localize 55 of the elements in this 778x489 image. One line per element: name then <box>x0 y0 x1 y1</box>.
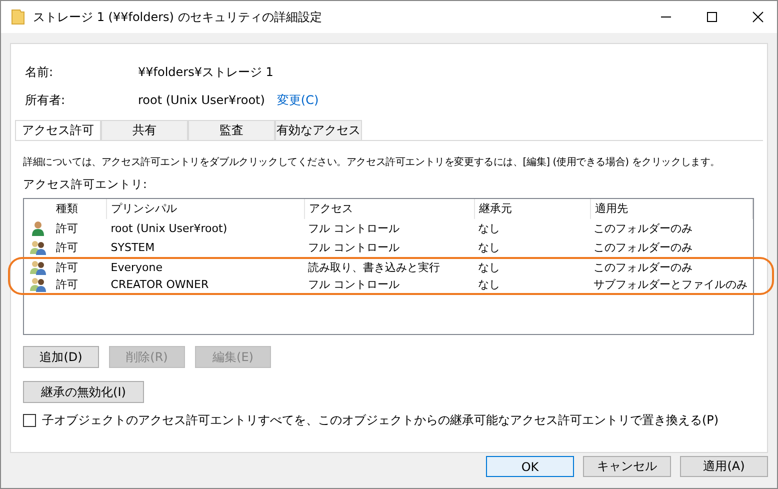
tab[interactable]: 共有 <box>101 120 188 140</box>
column-header[interactable]: 種類 <box>52 199 107 219</box>
description-text: 詳細については、アクセス許可エントリをダブルクリックしてください。アクセス許可エントリを変更するには、[編集] (使用できる場合) をクリックします。 <box>23 156 720 169</box>
disable-inheritance-button[interactable]: 継承の無効化(I) <box>23 381 144 403</box>
group-icon <box>30 240 46 255</box>
owner-value: root (Unix User¥root) <box>138 93 265 107</box>
entry-button[interactable]: 追加(D) <box>23 346 99 368</box>
table-cell-text: フル コントロール <box>307 277 401 292</box>
table-cell-text: 許可 <box>54 240 79 255</box>
permission-row[interactable]: 許可 SYSTEM フル コントロール なし このフォルダーのみ <box>8 238 774 257</box>
permission-row[interactable]: 許可 CREATOR OWNER フル コントロール なし サブフォルダーとファイルのみ <box>8 276 774 295</box>
name-label: 名前: <box>25 64 54 80</box>
table-cell-text: サブフォルダーとファイルのみ <box>592 277 748 292</box>
table-cell-text: フル コントロール <box>307 221 401 236</box>
table-cell-text: なし <box>476 277 501 292</box>
tab[interactable]: 監査 <box>188 120 275 140</box>
dialog-button[interactable]: OK <box>486 456 574 477</box>
maximize-icon[interactable] <box>706 11 718 23</box>
table-cell-text: フル コントロール <box>307 240 401 255</box>
entries-label: アクセス許可エントリ: <box>23 177 148 192</box>
table-cell-text: Everyone <box>110 261 164 274</box>
table-cell-text: このフォルダーのみ <box>592 260 694 275</box>
checkbox-label: 子オブジェクトのアクセス許可エントリすべてを、このオブジェクトからの継承可能なアクセス許可エントリで置き換える(P) <box>42 412 719 429</box>
column-header[interactable]: 適用先 <box>591 199 753 219</box>
folder-icon <box>11 9 25 25</box>
table-cell-text: なし <box>476 240 501 255</box>
permission-row[interactable]: 許可 root (Unix User¥root) フル コントロール なし このフォルダーのみ <box>8 219 774 238</box>
close-icon[interactable] <box>752 11 764 23</box>
table-cell-text: CREATOR OWNER <box>110 278 210 291</box>
user-icon <box>30 221 45 236</box>
dialog-button[interactable]: キャンセル <box>583 456 671 477</box>
checkbox[interactable] <box>23 414 36 427</box>
tab[interactable]: 有効なアクセス <box>275 120 362 140</box>
table-cell-text: 読み取り、書き込みと実行 <box>307 260 442 275</box>
table-cell-text: なし <box>476 260 501 275</box>
window-title: ストレージ 1 (¥¥folders) のセキュリティの詳細設定 <box>33 8 323 26</box>
column-header[interactable]: 継承元 <box>475 199 591 219</box>
group-icon <box>30 277 46 292</box>
table-cell-text: 許可 <box>54 221 79 236</box>
table-cell-text: root (Unix User¥root) <box>110 222 228 235</box>
column-header[interactable]: アクセス <box>305 199 475 219</box>
table-cell-text: 許可 <box>54 277 79 292</box>
table-cell-text: 許可 <box>54 260 79 275</box>
tab[interactable]: アクセス許可 <box>15 120 101 140</box>
group-icon <box>30 260 46 275</box>
owner-label: 所有者: <box>25 92 66 108</box>
change-link[interactable]: 変更(C) <box>276 92 319 108</box>
dialog-button[interactable]: 適用(A) <box>680 456 768 477</box>
table-cell-text: このフォルダーのみ <box>592 240 694 255</box>
permission-row[interactable]: 許可 Everyone 読み取り、書き込みと実行 なし このフォルダーのみ <box>8 257 774 276</box>
table-cell-text: なし <box>476 221 501 236</box>
column-header[interactable]: プリンシパル <box>107 199 305 219</box>
name-value: ¥¥folders¥ストレージ 1 <box>138 64 274 80</box>
table-cell-text: SYSTEM <box>110 241 156 254</box>
table-cell-text: このフォルダーのみ <box>592 221 694 236</box>
